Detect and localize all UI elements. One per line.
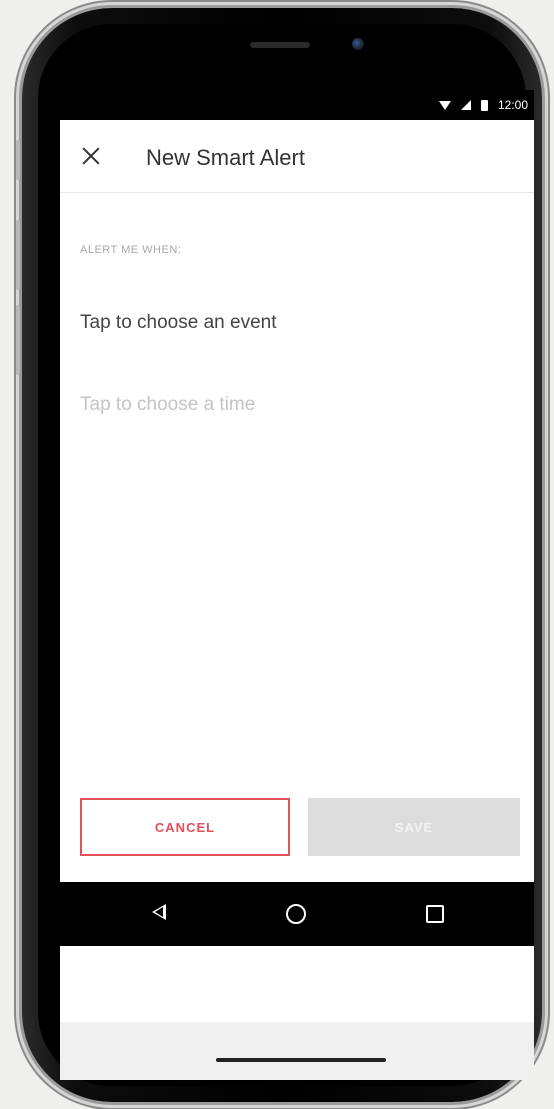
front-camera: [352, 38, 364, 50]
phone-screen: 12:00 New Smart Alert ALERT ME WHEN: Tap…: [60, 90, 534, 1080]
alert-me-when-label: ALERT ME WHEN:: [80, 244, 182, 256]
wifi-icon: [438, 100, 451, 110]
signal-icon: [460, 100, 471, 110]
choose-event-field[interactable]: Tap to choose an event: [80, 312, 276, 334]
recents-icon[interactable]: [426, 905, 444, 923]
choose-time-field[interactable]: Tap to choose a time: [80, 394, 255, 416]
volume-down-button: [16, 305, 20, 375]
save-button[interactable]: SAVE: [308, 798, 520, 856]
back-icon[interactable]: [152, 904, 166, 920]
page-background: 12:00 New Smart Alert ALERT ME WHEN: Tap…: [0, 0, 554, 1109]
earpiece-speaker: [250, 42, 310, 48]
volume-up-button: [16, 220, 20, 290]
power-button: [16, 140, 20, 180]
bottom-panel: [60, 1022, 534, 1080]
status-bar: 12:00: [60, 90, 534, 120]
cancel-button[interactable]: CANCEL: [80, 798, 290, 856]
app-header: New Smart Alert: [60, 120, 534, 193]
app-content: New Smart Alert ALERT ME WHEN: Tap to ch…: [60, 120, 534, 882]
navigation-bar: [60, 882, 534, 946]
home-indicator[interactable]: [216, 1058, 386, 1062]
below-screen-area: [60, 946, 534, 1080]
status-time: 12:00: [497, 98, 528, 112]
battery-icon: [480, 99, 488, 111]
status-icons: 12:00: [438, 98, 528, 112]
home-icon[interactable]: [286, 904, 306, 924]
page-title: New Smart Alert: [146, 145, 305, 170]
close-icon[interactable]: [78, 142, 106, 170]
